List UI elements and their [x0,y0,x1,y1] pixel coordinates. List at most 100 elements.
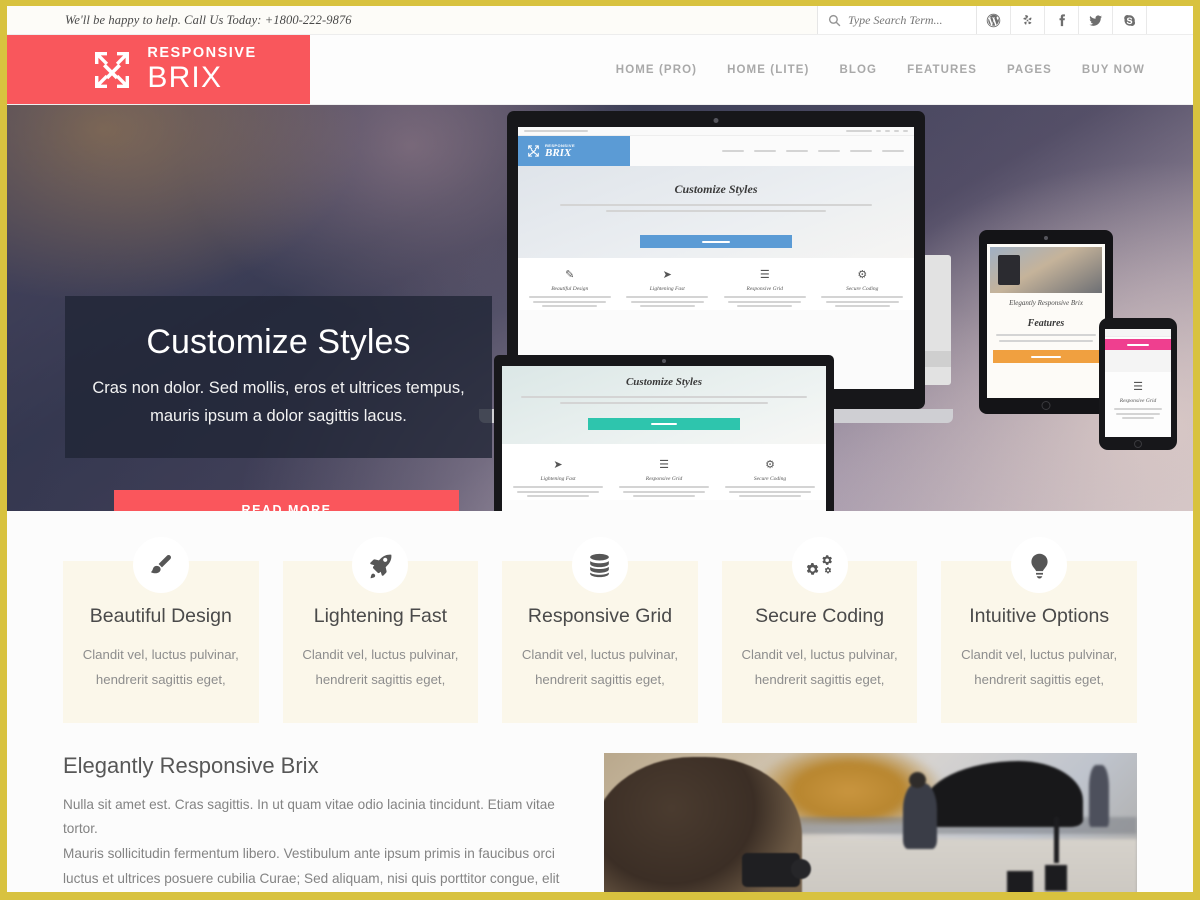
mockup-feature-name: Secure Coding [846,286,879,292]
article-text-column: Elegantly Responsive Brix Nulla sit amet… [63,753,568,892]
paint-brush-icon [132,537,189,593]
skype-icon [1124,14,1136,26]
mockup-feature: ⚙ Secure Coding [817,270,909,310]
device-tablet: Elegantly Responsive Brix Features [979,230,1113,414]
facebook-icon [1059,13,1065,26]
mockup-hero-title-small: Customize Styles [625,376,703,388]
tablet-section-title: Features [1027,318,1065,329]
logo-text-bottom: BRIX [147,61,223,95]
lightbulb-icon [1011,537,1068,593]
feature-description: Clandit vel, luctus pulvinar, hendrerit … [961,647,1118,688]
feature-card-intuitive-options[interactable]: Intuitive Options Clandit vel, luctus pu… [941,537,1137,723]
wordpress-icon [986,13,1001,27]
article-body: Nulla sit amet est. Cras sagittis. In ut… [63,793,568,892]
device-phone: ☰ Responsive Grid [1099,318,1177,450]
tablet-camera-icon [1044,236,1048,240]
mockup-feature-name: Beautiful Design [551,286,589,292]
hero-device-mockups:  [479,105,1193,511]
cogs-icon [791,537,848,593]
nav-item-features[interactable]: FEATURES [907,64,977,76]
mockup-cta-button [640,235,792,248]
database-icon: ☰ [659,459,669,471]
nav-item-home-lite[interactable]: HOME (LITE) [727,64,809,76]
page-viewport: We'll be happy to help. Call Us Today: +… [7,6,1193,892]
logo-block[interactable]: RESPONSIVE BRIX [7,35,310,104]
twitter-icon [1089,14,1103,26]
device-laptop-small: Customize Styles ➤ Lightening Fast ☰ Res… [494,355,834,511]
feature-title: Responsive Grid [527,605,673,627]
article-section: Elegantly Responsive Brix Nulla sit amet… [7,722,1193,892]
phone-feature-name: Responsive Grid [1119,398,1157,404]
top-bar-left: We'll be happy to help. Call Us Today: +… [7,6,817,34]
feature-title: Secure Coding [755,605,885,627]
rocket-icon: ➤ [662,269,672,281]
mockup-logo-bottom: BRIX [545,146,572,159]
social-link-wordpress[interactable] [977,6,1011,34]
top-bar-right [817,6,1193,34]
nav-item-pages[interactable]: PAGES [1007,64,1052,76]
feature-card-lightening-fast[interactable]: Lightening Fast Clandit vel, luctus pulv… [282,537,479,723]
database-icon: ☰ [759,269,770,281]
social-link-yelp[interactable] [1011,6,1045,34]
mockup-feature: ✎ Beautiful Design [524,270,616,310]
page-frame: We'll be happy to help. Call Us Today: +… [0,0,1200,900]
yelp-icon [1023,14,1032,25]
mockup-feature-name: Lightening Fast [540,476,576,482]
tablet-title: Elegantly Responsive Brix [1009,299,1083,307]
article-paragraph-1: Nulla sit amet est. Cras sagittis. In ut… [63,796,555,836]
mockup-feature: ☰ Responsive Grid [614,460,714,500]
mockup-feature: ➤ Lightening Fast [622,270,714,310]
hero-banner:  [7,105,1193,511]
top-bar: We'll be happy to help. Call Us Today: +… [7,6,1193,35]
nav-item-blog[interactable]: BLOG [839,64,877,76]
mockup-feature-name: Secure Coding [753,476,787,482]
article-photo [604,752,1137,892]
laptop-camera-icon [662,359,666,363]
nav-item-buy-now[interactable]: BUY NOW [1082,64,1145,76]
database-icon [571,537,628,593]
mockup-cta-button-small [588,418,740,430]
main-navigation: HOME (PRO) HOME (LITE) BLOG FEATURES PAG… [310,35,1193,104]
laptop-camera-icon [713,118,719,123]
top-bar-spacer [1147,6,1193,34]
mockup-feature-name: Responsive Grid [746,286,783,292]
search-box[interactable] [817,6,977,34]
feature-description: Clandit vel, luctus pulvinar, hendrerit … [302,647,459,688]
paint-brush-icon: ✎ [565,269,575,281]
feature-card-secure-coding[interactable]: Secure Coding Clandit vel, luctus pulvin… [721,537,918,723]
feature-title: Beautiful Design [89,605,232,627]
expand-arrows-icon [88,48,136,92]
features-section: Beautiful Design Clandit vel, luctus pul… [7,511,1193,723]
feature-card-beautiful-design[interactable]: Beautiful Design Clandit vel, luctus pul… [63,537,259,723]
social-link-skype[interactable] [1113,6,1147,34]
mockup-feature: ➤ Lightening Fast [508,460,608,500]
social-link-twitter[interactable] [1079,6,1113,34]
nav-item-home-pro[interactable]: HOME (PRO) [616,64,697,76]
mockup-logo: RESPONSIVE BRIX [518,136,630,166]
mockup-feature-name: Responsive Grid [645,476,683,482]
feature-title: Lightening Fast [313,605,448,627]
mockup-hero-title: Customize Styles [674,182,758,196]
feature-description: Clandit vel, luctus pulvinar, hendrerit … [82,647,239,688]
cogs-icon: ⚙ [765,459,775,471]
phone-home-button-icon [1134,440,1142,448]
article-paragraph-3: luctus et ultrices posuere cubilia Curae… [63,871,560,887]
site-header: RESPONSIVE BRIX HOME (PRO) HOME (LITE) B… [7,35,1193,105]
tablet-photo [990,247,1102,293]
hero-read-more-button[interactable]: READ MORE [114,490,459,511]
mockup-feature-name: Lightening Fast [649,286,685,292]
hero-subtitle: Cras non dolor. Sed mollis, eros et ultr… [92,378,465,425]
feature-description: Clandit vel, luctus pulvinar, hendrerit … [741,647,898,688]
search-input[interactable] [848,12,968,28]
contact-phone-text: We'll be happy to help. Call Us Today: +… [65,12,352,27]
cogs-icon: ⚙ [857,269,868,281]
database-icon: ☰ [1133,381,1143,393]
article-title: Elegantly Responsive Brix [63,752,319,778]
search-icon [828,14,841,27]
social-link-facebook[interactable] [1045,6,1079,34]
article-paragraph-2: Mauris sollicitudin fermentum libero. Ve… [63,846,555,862]
tablet-home-button-icon [1041,401,1051,410]
feature-card-responsive-grid[interactable]: Responsive Grid Clandit vel, luctus pulv… [502,537,698,723]
logo-text-top: RESPONSIVE [147,44,257,61]
rocket-icon: ➤ [553,459,563,471]
